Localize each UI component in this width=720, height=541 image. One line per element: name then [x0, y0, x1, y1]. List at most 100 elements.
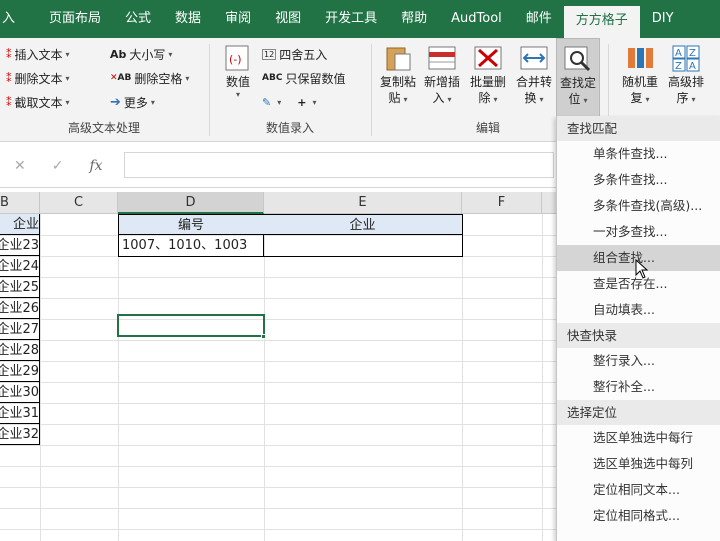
grid-line	[0, 445, 560, 446]
sort-az-icon: AZZA	[671, 44, 701, 72]
value-button[interactable]: (-) 数值 ▾	[216, 38, 260, 99]
value-tools-button[interactable]: ✎ ▾ + ▾	[262, 92, 316, 112]
advanced-sort-button[interactable]: AZZA 高级排 序 ▾	[664, 38, 708, 108]
cell-d-value[interactable]: 1007、1010、1003	[118, 235, 264, 257]
active-cell-selection[interactable]	[117, 314, 265, 337]
grid-line	[0, 319, 560, 320]
tab-help[interactable]: 帮助	[389, 0, 439, 38]
menu-item-select-each-column[interactable]: 选区单独选中每列	[557, 451, 720, 477]
clipboard-icon	[383, 44, 413, 72]
cell-d-header[interactable]: 编号	[118, 214, 264, 235]
tab-review[interactable]: 审阅	[213, 0, 263, 38]
grid-line	[0, 361, 560, 362]
cell-b-value[interactable]: 企业23	[0, 235, 40, 256]
confirm-icon[interactable]: ✓	[52, 158, 64, 174]
svg-text:A: A	[689, 61, 696, 72]
cell-b-header[interactable]: 企业	[0, 214, 40, 235]
remove-space-button[interactable]: ✕AB 删除空格 ▾	[110, 68, 189, 88]
find-locate-dropdown-menu: 查找匹配 单条件查找... 多条件查找... 多条件查找(高级)... 一对多查…	[556, 116, 720, 541]
delete-text-icon: ⁑	[6, 71, 12, 85]
menu-section-quick-entry: 快查快录	[557, 323, 720, 348]
menu-item-single-condition[interactable]: 单条件查找...	[557, 141, 720, 167]
svg-text:(-): (-)	[229, 53, 242, 66]
fill-handle[interactable]	[261, 334, 266, 339]
insert-rows-icon	[427, 44, 457, 72]
cell-b-value[interactable]: 企业29	[0, 361, 40, 382]
menu-item-row-entry[interactable]: 整行录入...	[557, 348, 720, 374]
column-header-e[interactable]: E	[264, 192, 462, 214]
tab-insert[interactable]: 入	[0, 0, 37, 38]
insert-text-button[interactable]: ⁑ 插入文本 ▾	[6, 44, 70, 64]
fx-icon[interactable]: fx	[89, 158, 102, 174]
value-icon: (-)	[223, 44, 253, 72]
cell-b-value[interactable]: 企业32	[0, 424, 40, 445]
batch-delete-button[interactable]: 批量删 除 ▾	[466, 38, 510, 108]
batch-delete-icon	[473, 44, 503, 72]
cell-b-value[interactable]: 企业24	[0, 256, 40, 277]
tab-audtool[interactable]: AudTool	[439, 0, 514, 38]
cell-b-value[interactable]: 企业31	[0, 403, 40, 424]
grid-line	[0, 277, 560, 278]
grid-line	[0, 340, 560, 341]
extract-text-button[interactable]: ⁑ 截取文本 ▾	[6, 92, 70, 112]
merge-convert-button[interactable]: 合并转 换 ▾	[512, 38, 556, 108]
tab-view[interactable]: 视图	[263, 0, 313, 38]
random-icon	[625, 44, 655, 72]
delete-text-button[interactable]: ⁑ 删除文本 ▾	[6, 68, 70, 88]
menu-item-auto-fill-form[interactable]: 自动填表...	[557, 297, 720, 323]
cell-b-value[interactable]: 企业27	[0, 319, 40, 340]
column-header-f[interactable]: F	[462, 192, 542, 214]
copy-paste-button[interactable]: 复制粘 贴 ▾	[376, 38, 420, 108]
random-repeat-button[interactable]: 随机重 复 ▾	[618, 38, 662, 108]
tab-formulas[interactable]: 公式	[113, 0, 163, 38]
menu-item-multi-condition[interactable]: 多条件查找...	[557, 167, 720, 193]
more-button[interactable]: ➔ 更多 ▾	[110, 92, 155, 112]
menu-item-combination-lookup[interactable]: 组合查找...	[557, 245, 720, 279]
menu-item-locate-same-format[interactable]: 定位相同格式...	[557, 503, 720, 529]
tab-diy[interactable]: DIY	[640, 0, 686, 38]
grid-line	[0, 508, 560, 509]
cell-b-value[interactable]: 企业25	[0, 277, 40, 298]
plus-icon: +	[297, 95, 307, 109]
tab-mail[interactable]: 邮件	[514, 0, 564, 38]
extract-text-icon: ⁑	[6, 95, 12, 109]
cell-e-header[interactable]: 企业	[263, 214, 463, 235]
formula-controls: ✕ ✓ fx	[0, 154, 120, 178]
remove-space-icon: ✕AB	[110, 73, 132, 83]
cell-b-value[interactable]: 企业26	[0, 298, 40, 319]
formula-input[interactable]	[124, 152, 554, 178]
grid-line	[0, 487, 560, 488]
menu-item-select-each-row[interactable]: 选区单独选中每行	[557, 425, 720, 451]
keep-value-button[interactable]: ABC 只保留数值	[262, 68, 345, 88]
find-magnifier-icon	[563, 45, 593, 73]
tab-data[interactable]: 数据	[163, 0, 213, 38]
grid-line	[0, 529, 560, 530]
column-header-c[interactable]: C	[40, 192, 118, 214]
find-locate-button[interactable]: 查找定 位 ▾	[556, 38, 600, 118]
cell-e-value[interactable]	[263, 235, 463, 257]
tab-fangfang[interactable]: 方方格子	[563, 6, 640, 38]
grid-line	[542, 214, 543, 541]
grid-line	[264, 214, 265, 541]
tab-developer[interactable]: 开发工具	[313, 0, 389, 38]
grid-line	[0, 466, 560, 467]
column-header-b[interactable]: B	[0, 192, 40, 214]
tab-page-layout[interactable]: 页面布局	[37, 0, 113, 38]
menu-item-multi-condition-advanced[interactable]: 多条件查找(高级)...	[557, 193, 720, 219]
column-header-d[interactable]: D	[118, 192, 264, 214]
grid-line	[462, 214, 463, 541]
grid-line	[0, 424, 560, 425]
grid-line	[118, 214, 119, 541]
menu-item-one-to-many[interactable]: 一对多查找...	[557, 219, 720, 245]
cancel-icon[interactable]: ✕	[14, 158, 26, 174]
cell-b-value[interactable]: 企业30	[0, 382, 40, 403]
case-button[interactable]: Ab 大小写 ▾	[110, 44, 172, 64]
round-button[interactable]: 12 四舍五入	[262, 44, 327, 64]
menu-item-locate-same-text[interactable]: 定位相同文本...	[557, 477, 720, 503]
merge-icon	[519, 44, 549, 72]
mouse-cursor-icon	[635, 259, 649, 279]
cell-b-value[interactable]: 企业28	[0, 340, 40, 361]
menu-item-row-complete[interactable]: 整行补全...	[557, 374, 720, 400]
svg-text:A: A	[675, 48, 682, 59]
insert-add-button[interactable]: 新增插 入 ▾	[420, 38, 464, 108]
